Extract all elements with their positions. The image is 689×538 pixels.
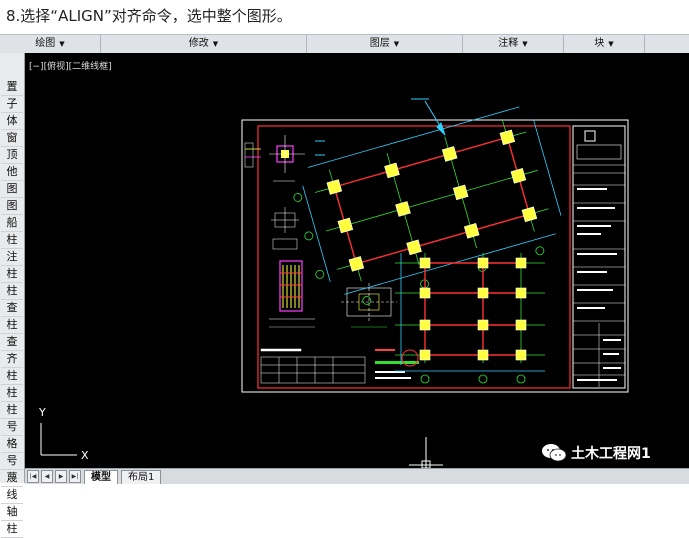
sidebar-item[interactable]: 顶	[1, 147, 23, 164]
chevron-down-icon: ▼	[212, 40, 219, 48]
sidebar-item[interactable]: 线	[1, 487, 23, 504]
chevron-down-icon: ▼	[522, 40, 528, 48]
sidebar-item[interactable]: 查	[1, 300, 23, 317]
panel-draw[interactable]: 绘图 ▼	[0, 35, 101, 53]
prev-tab-icon[interactable]: ◀	[41, 470, 53, 483]
watermark-text: 土木工程网1	[571, 446, 651, 462]
panel-label: 修改	[188, 38, 209, 49]
panel-label: 块	[594, 38, 605, 49]
panel-label: 注释	[498, 38, 519, 49]
sidebar-item[interactable]: 他	[1, 164, 23, 181]
sidebar-item[interactable]: 轴	[1, 504, 23, 521]
sidebar-item[interactable]: 柱	[1, 385, 23, 402]
watermark: 土木工程网1	[541, 442, 651, 464]
panel-annotation[interactable]: 注释 ▼	[463, 35, 564, 53]
svg-text:Y: Y	[38, 406, 46, 419]
sidebar-item[interactable]: 齐	[1, 351, 23, 368]
sidebar-item[interactable]: 查	[1, 334, 23, 351]
svg-text:X: X	[81, 449, 89, 462]
title-block	[572, 125, 626, 389]
tab-layout1[interactable]: 布局1	[121, 469, 162, 484]
foundation-detail	[341, 283, 397, 328]
sidebar-item[interactable]: 子	[1, 96, 23, 113]
cursor-crosshair	[409, 437, 443, 468]
sidebar-item[interactable]: 柱	[1, 368, 23, 385]
sidebar-item[interactable]: 号	[1, 419, 23, 436]
tutorial-caption: 8.选择“ALIGN”对齐命令，选中整个图形。	[6, 7, 292, 25]
panel-block[interactable]: 块 ▼	[564, 35, 645, 53]
panel-modify[interactable]: 修改 ▼	[101, 35, 307, 53]
ucs-axis-icon: Y X	[38, 406, 89, 462]
legend-notes	[375, 349, 419, 379]
column-detail-mid	[271, 207, 299, 250]
cad-drawing: Y X	[38, 98, 629, 468]
chevron-down-icon: ▼	[59, 40, 65, 48]
sidebar-item[interactable]: 柱	[1, 521, 23, 538]
rotated-floor-plan	[293, 106, 562, 305]
sidebar-item[interactable]: 柱	[1, 266, 23, 283]
leader-annotation	[411, 98, 446, 136]
chevron-down-icon: ▼	[393, 40, 400, 48]
sidebar-item[interactable]: 窗	[1, 130, 23, 147]
panel-label: 绘图	[35, 38, 56, 49]
next-tab-icon[interactable]: ▶	[55, 470, 67, 483]
last-tab-icon[interactable]: ▶|	[69, 470, 81, 483]
sidebar-item[interactable]: 蔑	[1, 470, 23, 487]
column-detail-bottom	[269, 260, 315, 328]
sidebar-item[interactable]: 置	[1, 79, 23, 96]
layout-tabs-bar: |◀ ◀ ▶ ▶| 模型 布局1	[25, 468, 689, 484]
sidebar-item[interactable]: 注	[1, 249, 23, 266]
sidebar-item[interactable]: 船	[1, 215, 23, 232]
sidebar-item[interactable]: 柱	[1, 232, 23, 249]
panel-layers[interactable]: 图层 ▼	[307, 35, 463, 53]
wechat-bubble-icon	[542, 444, 567, 462]
tool-palette-sidebar: 置子体窗顶他图图船柱注柱柱查柱查齐柱柱柱号格号蔑线轴柱	[0, 53, 25, 538]
sidebar-item[interactable]: 号	[1, 453, 23, 470]
ribbon-panel-bar: 绘图 ▼ 修改 ▼ 图层 ▼ 注释 ▼ 块 ▼	[0, 34, 689, 54]
sidebar-item[interactable]: 柱	[1, 402, 23, 419]
sidebar-item[interactable]: 格	[1, 436, 23, 453]
sidebar-item[interactable]: 图	[1, 181, 23, 198]
drawing-viewport[interactable]: [−][俯视][二维线框] Y X	[25, 53, 689, 468]
notes-table	[260, 348, 366, 384]
inner-drawing-frame	[257, 125, 571, 389]
panel-label: 图层	[369, 38, 390, 49]
sidebar-item[interactable]: 柱	[1, 283, 23, 300]
sidebar-item[interactable]: 柱	[1, 317, 23, 334]
column-detail-top	[244, 135, 325, 182]
sidebar-item[interactable]: 体	[1, 113, 23, 130]
chevron-down-icon: ▼	[608, 40, 614, 48]
sidebar-item[interactable]: 图	[1, 198, 23, 215]
first-tab-icon[interactable]: |◀	[27, 470, 39, 483]
sidebar-item-list: 置子体窗顶他图图船柱注柱柱查柱查齐柱柱柱号格号蔑线轴柱	[0, 79, 24, 538]
tab-model[interactable]: 模型	[84, 469, 118, 484]
